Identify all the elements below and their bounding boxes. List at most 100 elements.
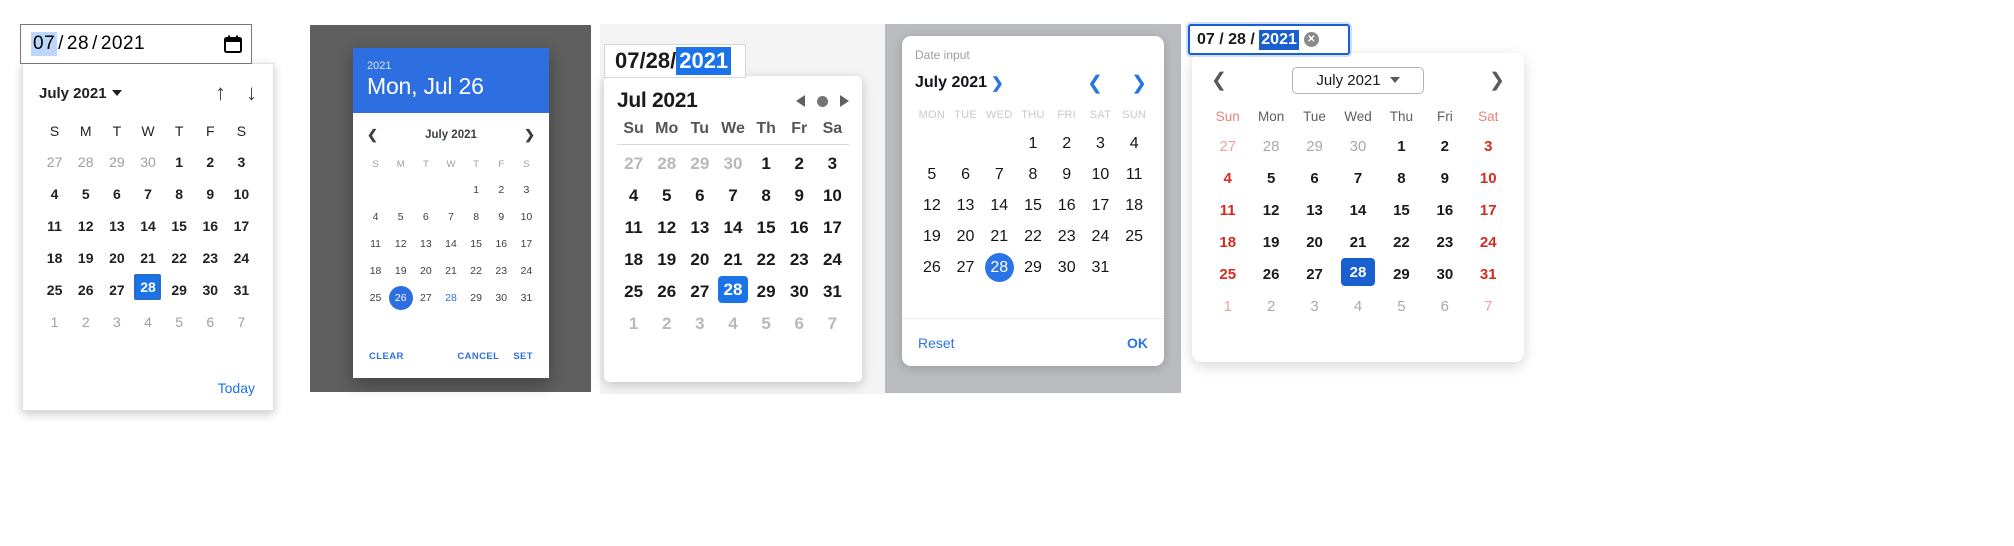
day-cell-selected[interactable]: 28 xyxy=(717,276,748,303)
day-cell[interactable]: 25 xyxy=(363,285,388,312)
day-cell[interactable]: 30 xyxy=(1423,258,1466,290)
year-segment[interactable]: 2021 xyxy=(99,32,147,56)
chrome-date-input[interactable]: 07 / 28 / 2021 xyxy=(20,24,252,64)
day-cell[interactable]: 12 xyxy=(650,212,683,244)
day-cell[interactable]: 14 xyxy=(716,212,749,244)
day-cell[interactable]: 13 xyxy=(949,190,983,221)
day-cell[interactable]: 3 xyxy=(226,146,257,178)
day-cell[interactable]: 11 xyxy=(1117,159,1151,190)
day-cell[interactable]: 7 xyxy=(438,204,463,231)
day-cell[interactable]: 5 xyxy=(915,159,949,190)
arrow-down-icon[interactable]: ↓ xyxy=(246,82,257,104)
day-cell[interactable]: 27 xyxy=(39,146,70,178)
day-cell[interactable]: 16 xyxy=(1423,194,1466,226)
day-cell[interactable]: 2 xyxy=(70,306,101,338)
day-cell[interactable]: 30 xyxy=(716,148,749,180)
day-cell[interactable]: 26 xyxy=(1249,258,1292,290)
day-cell[interactable]: 1 xyxy=(464,177,489,204)
chevron-left-icon[interactable]: ❮ xyxy=(367,127,378,143)
day-cell[interactable]: 4 xyxy=(1117,128,1151,159)
day-cell[interactable]: 11 xyxy=(617,212,650,244)
day-cell[interactable]: 24 xyxy=(816,244,849,276)
day-cell[interactable]: 7 xyxy=(816,308,849,340)
day-cell[interactable]: 24 xyxy=(1467,226,1510,258)
day-cell[interactable]: 19 xyxy=(70,242,101,274)
day-cell[interactable]: 21 xyxy=(716,244,749,276)
day-cell[interactable]: 8 xyxy=(1380,162,1423,194)
day-cell[interactable]: 15 xyxy=(1016,190,1050,221)
day-cell[interactable]: 19 xyxy=(650,244,683,276)
day-cell[interactable]: 29 xyxy=(683,148,716,180)
day-cell[interactable]: 25 xyxy=(617,276,650,308)
day-cell[interactable]: 31 xyxy=(1467,258,1510,290)
day-cell[interactable]: 18 xyxy=(617,244,650,276)
day-cell[interactable]: 6 xyxy=(1293,162,1336,194)
day-cell[interactable]: 30 xyxy=(489,285,514,312)
day-cell[interactable]: 5 xyxy=(388,204,413,231)
year-segment[interactable]: 2021 xyxy=(676,47,732,75)
day-cell[interactable]: 5 xyxy=(164,306,195,338)
clear-button[interactable]: CLEAR xyxy=(369,351,404,362)
day-cell[interactable]: 26 xyxy=(70,274,101,306)
day-cell[interactable]: 29 xyxy=(1293,130,1336,162)
day-cell[interactable]: 23 xyxy=(489,258,514,285)
day-cell[interactable]: 4 xyxy=(39,178,70,210)
chevron-right-icon[interactable]: ❯ xyxy=(524,127,535,143)
day-cell[interactable]: 25 xyxy=(1117,221,1151,252)
day-cell[interactable]: 19 xyxy=(915,221,949,252)
day-cell[interactable]: 7 xyxy=(1467,290,1510,322)
day-cell[interactable]: 22 xyxy=(164,242,195,274)
day-cell[interactable]: 4 xyxy=(1206,162,1249,194)
day-cell[interactable]: 28 xyxy=(70,146,101,178)
day-cell[interactable]: 21 xyxy=(982,221,1016,252)
material-header[interactable]: 2021 Mon, Jul 26 xyxy=(353,48,549,113)
day-cell[interactable]: 15 xyxy=(164,210,195,242)
day-cell[interactable]: 14 xyxy=(132,210,163,242)
day-cell[interactable]: 22 xyxy=(750,244,783,276)
day-cell[interactable]: 3 xyxy=(101,306,132,338)
selected-date-label[interactable]: Mon, Jul 26 xyxy=(367,73,535,99)
day-cell[interactable]: 27 xyxy=(1293,258,1336,290)
chevron-left-icon[interactable]: ❮ xyxy=(1087,74,1103,93)
day-cell[interactable]: 6 xyxy=(195,306,226,338)
day-cell[interactable]: 29 xyxy=(1380,258,1423,290)
clear-icon[interactable]: ✕ xyxy=(1303,32,1319,47)
day-cell[interactable]: 5 xyxy=(650,180,683,212)
day-cell[interactable]: 9 xyxy=(195,178,226,210)
day-cell[interactable]: 3 xyxy=(816,148,849,180)
day-cell[interactable]: 30 xyxy=(1050,252,1084,283)
day-cell[interactable]: 23 xyxy=(1423,226,1466,258)
day-cell[interactable]: 17 xyxy=(514,231,539,258)
day-cell[interactable]: 10 xyxy=(226,178,257,210)
day-cell[interactable]: 20 xyxy=(683,244,716,276)
day-cell[interactable]: 1 xyxy=(164,146,195,178)
day-cell[interactable]: 1 xyxy=(1206,290,1249,322)
year-segment[interactable]: 2021 xyxy=(1259,29,1299,50)
day-cell[interactable]: 11 xyxy=(1206,194,1249,226)
day-cell[interactable]: 6 xyxy=(101,178,132,210)
day-cell[interactable]: 20 xyxy=(413,258,438,285)
day-cell[interactable]: 30 xyxy=(132,146,163,178)
day-cell[interactable]: 18 xyxy=(39,242,70,274)
day-cell[interactable]: 11 xyxy=(39,210,70,242)
day-cell[interactable]: 4 xyxy=(617,180,650,212)
day-cell[interactable]: 7 xyxy=(132,178,163,210)
month-segment[interactable]: 07 xyxy=(1197,31,1215,49)
day-cell-selected[interactable]: 26 xyxy=(388,285,413,312)
day-cell[interactable]: 5 xyxy=(70,178,101,210)
day-cell[interactable]: 7 xyxy=(1336,162,1379,194)
ok-button[interactable]: OK xyxy=(1127,335,1148,351)
day-cell[interactable]: 9 xyxy=(1423,162,1466,194)
today-button[interactable]: Today xyxy=(39,380,257,400)
day-cell[interactable]: 28 xyxy=(1249,130,1292,162)
day-cell[interactable]: 22 xyxy=(1380,226,1423,258)
day-cell[interactable]: 12 xyxy=(1249,194,1292,226)
circle-dot-icon[interactable] xyxy=(817,95,828,107)
day-cell[interactable]: 3 xyxy=(514,177,539,204)
day-cell[interactable]: 23 xyxy=(783,244,816,276)
day-cell[interactable]: 4 xyxy=(132,306,163,338)
day-cell[interactable]: 29 xyxy=(101,146,132,178)
day-cell[interactable]: 1 xyxy=(617,308,650,340)
day-cell[interactable]: 30 xyxy=(783,276,816,308)
day-cell[interactable]: 12 xyxy=(70,210,101,242)
